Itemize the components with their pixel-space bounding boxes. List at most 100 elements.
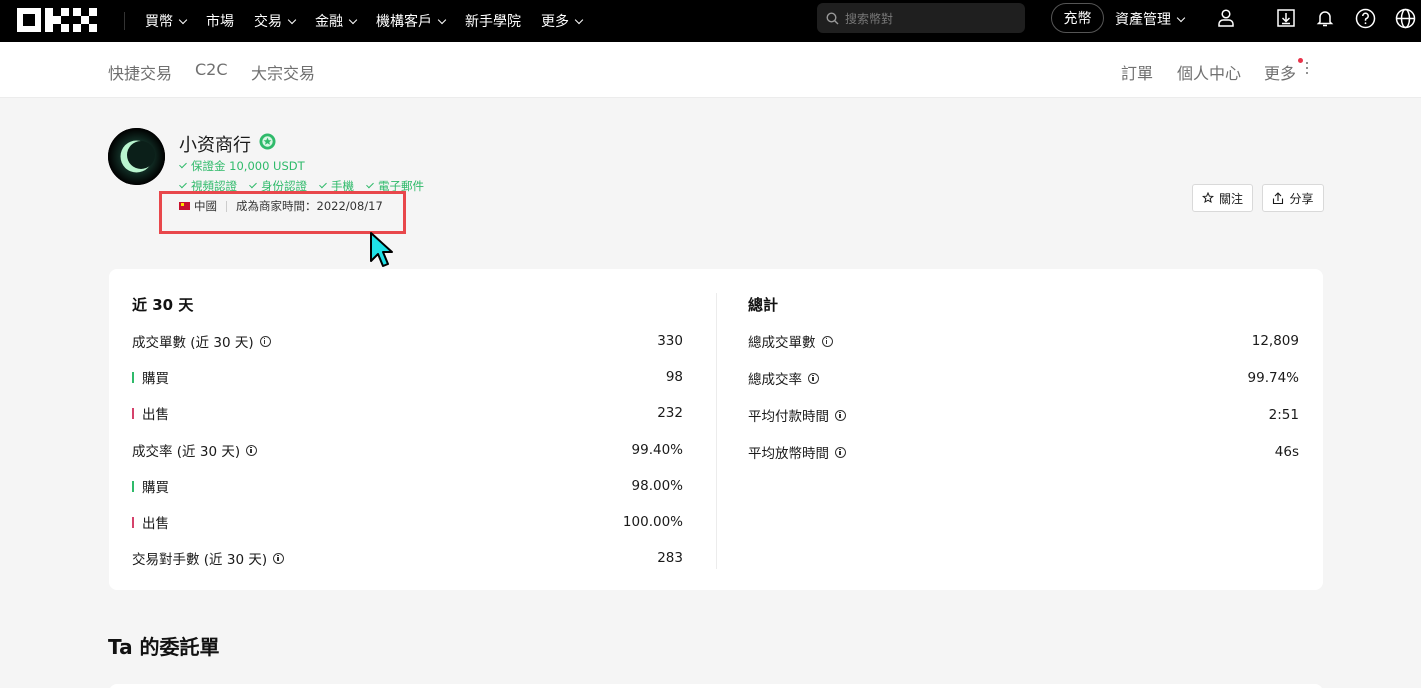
- chevron-down-icon: [178, 15, 188, 24]
- stat-value: 12,809: [1251, 333, 1299, 349]
- stat-value: 283: [657, 550, 683, 566]
- stat-row: 出售 100.00%: [132, 512, 683, 532]
- stat-label-wrap: 平均付款時間: [748, 405, 846, 425]
- user-icon[interactable]: [1214, 6, 1238, 30]
- stat-label-wrap: 成交單數 (近 30 天): [132, 331, 271, 351]
- avatar: [108, 128, 165, 185]
- nav-markets[interactable]: 市場: [206, 11, 234, 31]
- nav-trade[interactable]: 交易: [254, 11, 297, 31]
- security-deposit-text: 保證金 10,000 USDT: [191, 159, 305, 173]
- follow-button[interactable]: 關注: [1192, 184, 1253, 212]
- stat-label: 出售: [142, 407, 169, 423]
- search-placeholder: 搜索幣對: [845, 11, 894, 26]
- nav-learn[interactable]: 新手學院: [465, 11, 521, 31]
- stat-label-wrap: 總成交率: [748, 368, 819, 388]
- deposit-button[interactable]: 充幣: [1051, 3, 1104, 33]
- info-icon[interactable]: [273, 552, 285, 564]
- nav-more[interactable]: 更多: [541, 11, 584, 31]
- share-icon: [1273, 191, 1284, 204]
- tab-user-center[interactable]: 個人中心: [1177, 60, 1241, 84]
- stat-value: 99.74%: [1247, 370, 1299, 386]
- stat-row: 交易對手數 (近 30 天) 283: [132, 548, 683, 568]
- search-icon: [826, 11, 839, 24]
- stat-row: 平均付款時間 2:51: [748, 405, 1299, 425]
- stat-value: 330: [657, 333, 683, 349]
- more-options-icon[interactable]: [1306, 62, 1310, 76]
- tab-c2c[interactable]: C2C: [195, 60, 228, 79]
- stat-label-wrap: 平均放幣時間: [748, 442, 846, 462]
- nav-finance[interactable]: 金融: [315, 11, 358, 31]
- stat-label: 平均放幣時間: [748, 446, 829, 462]
- divider: [124, 12, 125, 30]
- chevron-down-icon: [287, 15, 297, 24]
- asset-management-menu[interactable]: 資產管理: [1115, 0, 1186, 38]
- buy-indicator: [132, 371, 134, 383]
- follow-label: 關注: [1218, 191, 1243, 206]
- info-icon[interactable]: [835, 446, 846, 458]
- tab-orders[interactable]: 訂單: [1121, 60, 1153, 84]
- info-icon[interactable]: [246, 444, 258, 456]
- chevron-down-icon: [437, 15, 447, 24]
- stat-row: 總成交單數 12,809: [748, 331, 1299, 351]
- stat-value: 98.00%: [631, 478, 683, 494]
- share-label: 分享: [1289, 191, 1314, 206]
- stat-label: 交易對手數 (近 30 天): [132, 552, 268, 568]
- chevron-down-icon: [1176, 13, 1186, 22]
- stat-row: 成交單數 (近 30 天) 330: [132, 331, 683, 351]
- merchant-name: 小资商行: [179, 135, 251, 156]
- info-icon[interactable]: [259, 335, 271, 347]
- sell-indicator: [132, 407, 134, 419]
- stat-value: 46s: [1274, 444, 1299, 460]
- buy-indicator: [132, 480, 134, 492]
- stat-value: 100.00%: [622, 514, 683, 530]
- nav-label: 買幣: [145, 14, 173, 30]
- nav-label: 市場: [206, 14, 234, 30]
- stat-label-wrap: 成交率 (近 30 天): [132, 440, 258, 460]
- star-icon: [1201, 192, 1214, 204]
- stat-row: 平均放幣時間 46s: [748, 442, 1299, 462]
- tab-express-trade[interactable]: 快捷交易: [108, 60, 172, 84]
- sell-indicator: [132, 516, 134, 528]
- asset-management-label: 資產管理: [1115, 12, 1171, 28]
- stat-label: 出售: [142, 516, 169, 532]
- stat-row: 購買 98.00%: [132, 476, 683, 496]
- stat-label-wrap: 購買: [132, 367, 169, 387]
- chevron-down-icon: [574, 15, 584, 24]
- nav-label: 交易: [254, 14, 282, 30]
- check-icon: [319, 180, 327, 189]
- nav-institutional[interactable]: 機構客戶: [376, 11, 447, 31]
- share-button[interactable]: 分享: [1262, 184, 1324, 212]
- orders-card: [109, 684, 1323, 688]
- divider: [716, 293, 717, 569]
- stat-label: 總成交單數: [748, 335, 816, 351]
- stat-label: 總成交率: [748, 372, 802, 388]
- search-input[interactable]: 搜索幣對: [817, 3, 1025, 33]
- bell-icon[interactable]: [1313, 6, 1337, 30]
- info-icon[interactable]: [808, 372, 819, 384]
- stat-label: 購買: [142, 480, 169, 496]
- stat-value: 2:51: [1268, 407, 1299, 423]
- nav-label: 金融: [315, 14, 343, 30]
- tab-block-trade[interactable]: 大宗交易: [251, 60, 315, 84]
- help-icon[interactable]: [1353, 6, 1377, 30]
- stat-row: 購買 98: [132, 367, 683, 387]
- stat-value: 98: [665, 369, 683, 385]
- stat-label: 成交單數 (近 30 天): [132, 335, 254, 351]
- stat-row: 成交率 (近 30 天) 99.40%: [132, 440, 683, 460]
- stat-row: 出售 232: [132, 403, 683, 423]
- download-icon[interactable]: [1274, 6, 1298, 30]
- notification-dot: [1298, 58, 1303, 63]
- check-icon: [366, 180, 374, 189]
- okx-logo[interactable]: [17, 8, 97, 32]
- chevron-down-icon: [348, 15, 358, 24]
- last-30-days-title: 近 30 天: [132, 296, 194, 314]
- info-icon[interactable]: [821, 335, 833, 347]
- main-menu: 買幣 市場 交易 金融 機構客戶 新手學院 更多: [145, 0, 602, 42]
- nav-buy-crypto[interactable]: 買幣: [145, 11, 188, 31]
- stat-label: 購買: [142, 371, 169, 387]
- tab-more[interactable]: 更多: [1264, 60, 1296, 84]
- nav-label: 機構客戶: [376, 14, 432, 30]
- globe-icon[interactable]: [1393, 6, 1417, 30]
- info-icon[interactable]: [835, 409, 846, 421]
- check-icon: [179, 160, 187, 169]
